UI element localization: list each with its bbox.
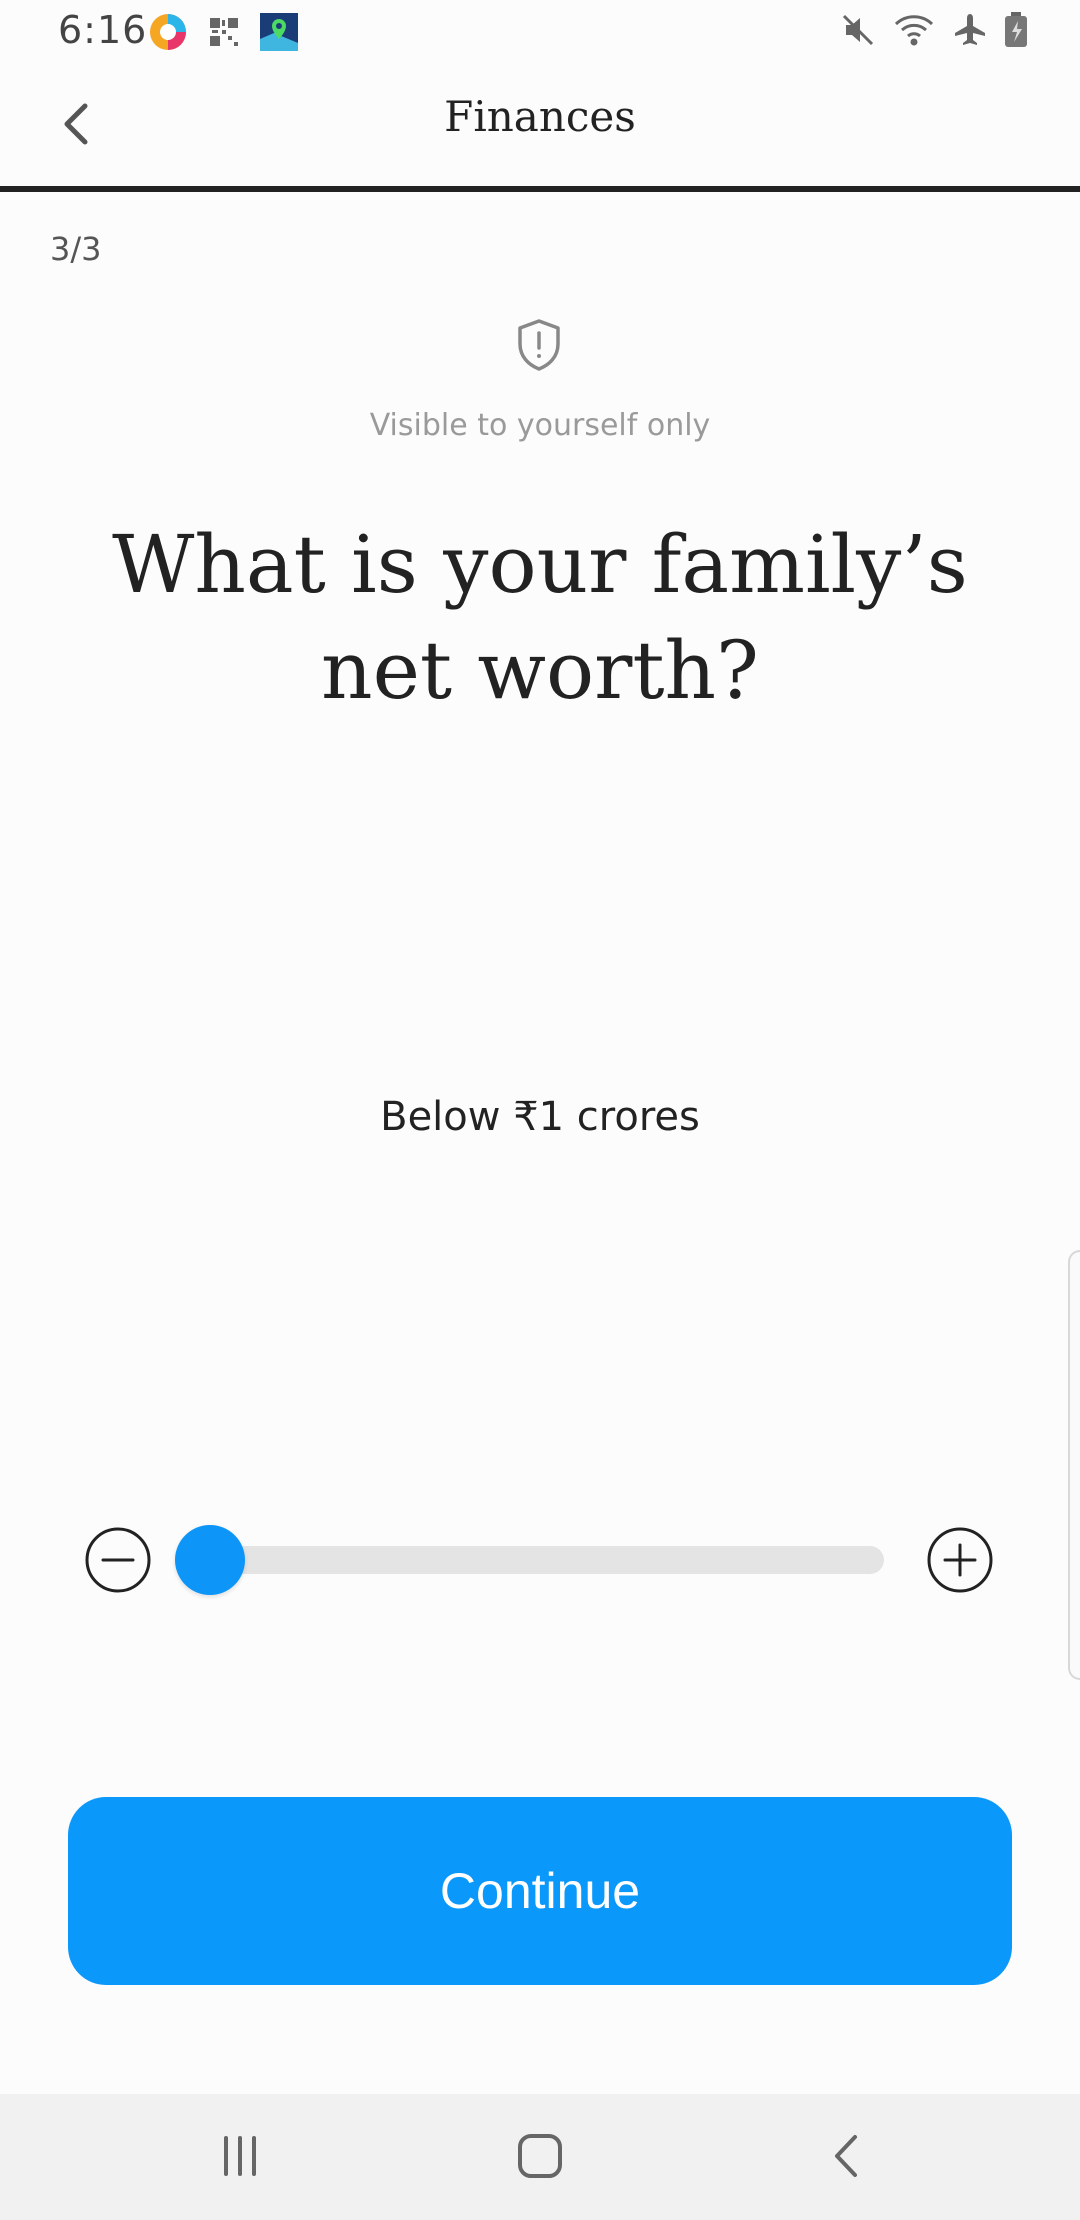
app-bar: Finances <box>0 62 1080 192</box>
screen: 6:16 Finances 3/3 Visible to yourself on… <box>0 0 1080 2220</box>
decrease-button[interactable] <box>85 1527 151 1593</box>
plus-circle-icon <box>927 1527 993 1597</box>
browser-app-icon <box>148 12 188 56</box>
wifi-icon <box>892 12 936 52</box>
edge-panel-handle[interactable] <box>1068 1250 1080 1680</box>
qr-code-icon <box>208 16 240 52</box>
status-bar: 6:16 <box>0 0 1080 62</box>
networth-slider-track[interactable] <box>175 1525 884 1595</box>
selected-value-label: Below ₹1 crores <box>380 1094 700 1140</box>
privacy-note: Visible to yourself only <box>369 408 711 443</box>
increase-button[interactable] <box>927 1527 993 1593</box>
recents-button[interactable] <box>210 2128 270 2188</box>
home-icon <box>517 2133 563 2183</box>
home-button[interactable] <box>510 2128 570 2188</box>
system-back-button[interactable] <box>818 2128 874 2188</box>
continue-button[interactable]: Continue <box>68 1797 1012 1985</box>
maps-app-icon <box>260 13 298 55</box>
slider-thumb[interactable] <box>175 1525 245 1595</box>
minus-circle-icon <box>85 1527 151 1597</box>
step-indicator: 3/3 <box>50 230 102 268</box>
question-heading: What is your family’s net worth? <box>112 518 968 717</box>
mute-icon <box>840 12 876 52</box>
battery-charging-icon <box>1004 12 1028 52</box>
airplane-mode-icon <box>952 12 988 52</box>
page-title: Finances <box>444 92 636 141</box>
recents-icon <box>218 2134 262 2182</box>
back-icon <box>831 2133 861 2183</box>
system-nav-bar <box>0 2094 1080 2220</box>
status-time: 6:16 <box>58 8 148 52</box>
status-app-icons <box>148 12 298 56</box>
shield-alert-icon <box>515 318 563 376</box>
status-right-icons <box>840 12 1028 52</box>
